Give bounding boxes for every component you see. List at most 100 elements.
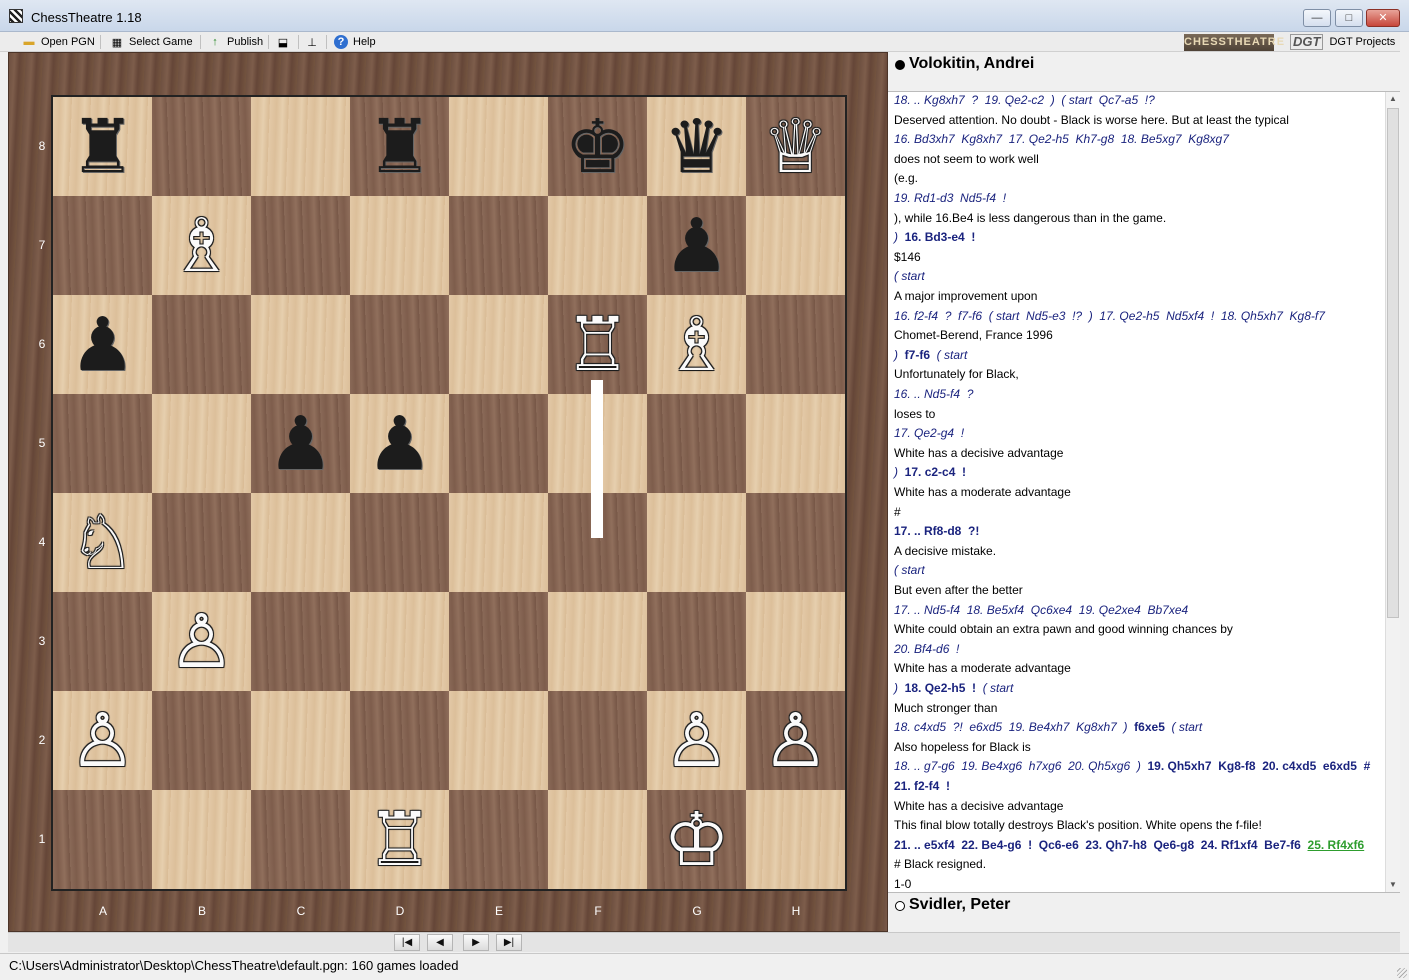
square-e5[interactable] (449, 394, 548, 493)
square-a6[interactable]: ♟ (53, 295, 152, 394)
square-a1[interactable] (53, 790, 152, 889)
move-text[interactable]: 17. .. Rf8-d8 ?! (894, 524, 979, 538)
chess-piece[interactable]: ♟ (663, 209, 729, 283)
move-line[interactable]: Deserved attention. No doubt - Black is … (894, 113, 1289, 133)
move-line[interactable]: 17. .. Nd5-f4 18. Be5xf4 Qc6xe4 19. Qe2x… (894, 603, 1188, 623)
move-line[interactable]: # Black resigned. (894, 857, 986, 877)
move-text[interactable]: 16. f2-f4 ? f7-f6 ( start Nd5-e3 !? ) 17… (894, 309, 1325, 323)
chess-piece[interactable]: ♔ (663, 803, 729, 877)
chess-piece[interactable]: ♜ (69, 110, 135, 184)
move-list[interactable]: 18. .. Kg8xh7 ? 19. Qe2-c2 ) ( start Qc7… (888, 92, 1385, 892)
square-a8[interactable]: ♜ (53, 97, 152, 196)
square-h4[interactable] (746, 493, 845, 592)
square-c1[interactable] (251, 790, 350, 889)
move-line[interactable]: 17. Qe2-g4 ! (894, 426, 964, 446)
square-g2[interactable]: ♙ (647, 691, 746, 790)
square-e7[interactable] (449, 196, 548, 295)
square-c3[interactable] (251, 592, 350, 691)
square-d5[interactable]: ♟ (350, 394, 449, 493)
square-e4[interactable] (449, 493, 548, 592)
last-move-button[interactable]: ▶| (496, 934, 522, 951)
square-f7[interactable] (548, 196, 647, 295)
square-h3[interactable] (746, 592, 845, 691)
move-list-scrollbar[interactable]: ▲ ▼ (1385, 92, 1400, 892)
square-a5[interactable] (53, 394, 152, 493)
square-f8[interactable]: ♚ (548, 97, 647, 196)
square-g3[interactable] (647, 592, 746, 691)
move-text[interactable]: f7-f6 (905, 348, 930, 362)
resize-grip-icon[interactable] (1397, 968, 1407, 978)
scroll-down-icon[interactable]: ▼ (1386, 878, 1400, 892)
chess-piece[interactable]: ♗ (168, 209, 234, 283)
move-line[interactable]: ) 17. c2-c4 ! (894, 465, 966, 485)
chess-piece[interactable]: ♘ (69, 506, 135, 580)
chess-piece[interactable]: ♙ (663, 704, 729, 778)
square-b3[interactable]: ♙ (152, 592, 251, 691)
close-button[interactable]: ✕ (1366, 9, 1400, 27)
current-move[interactable]: 25. Rf4xf6 (1308, 838, 1365, 852)
tools-button[interactable]: ⊥ (305, 32, 319, 52)
move-text[interactable]: 16. .. Nd5-f4 ? (894, 387, 973, 401)
previous-move-button[interactable]: ◀ (427, 934, 453, 951)
move-line[interactable]: 21. .. e5xf4 22. Be4-g6 ! Qc6-e6 23. Qh7… (894, 838, 1364, 858)
move-line[interactable]: White has a moderate advantage (894, 661, 1071, 681)
square-h5[interactable] (746, 394, 845, 493)
move-text[interactable]: 16. Bd3xh7 Kg8xh7 17. Qe2-h5 Kh7-g8 18. … (894, 132, 1229, 146)
move-line[interactable]: Chomet-Berend, France 1996 (894, 328, 1053, 348)
square-c2[interactable] (251, 691, 350, 790)
move-line[interactable]: White has a decisive advantage (894, 446, 1063, 466)
square-b4[interactable] (152, 493, 251, 592)
chess-piece[interactable]: ♟ (69, 308, 135, 382)
square-a3[interactable] (53, 592, 152, 691)
square-g6[interactable]: ♗ (647, 295, 746, 394)
move-line[interactable]: (e.g. (894, 171, 918, 191)
move-line[interactable]: 19. Rd1-d3 Nd5-f4 ! (894, 191, 1006, 211)
square-h8[interactable]: ♕ (746, 97, 845, 196)
move-text[interactable]: 21. .. e5xf4 22. Be4-g6 ! Qc6-e6 23. Qh7… (894, 838, 1308, 852)
move-line[interactable]: 16. f2-f4 ? f7-f6 ( start Nd5-e3 !? ) 17… (894, 309, 1325, 329)
square-b5[interactable] (152, 394, 251, 493)
move-text[interactable]: ( start (1165, 720, 1203, 734)
square-e3[interactable] (449, 592, 548, 691)
move-line[interactable]: 21. f2-f4 ! (894, 779, 950, 799)
move-line[interactable]: White has a decisive advantage (894, 799, 1063, 819)
move-line[interactable]: 16. Bd3xh7 Kg8xh7 17. Qe2-h5 Kh7-g8 18. … (894, 132, 1229, 152)
square-b8[interactable] (152, 97, 251, 196)
dgt-projects-button[interactable]: DGT DGT Projects (1290, 33, 1395, 51)
square-g1[interactable]: ♔ (647, 790, 746, 889)
move-line[interactable]: $146 (894, 250, 921, 270)
square-b1[interactable] (152, 790, 251, 889)
square-e1[interactable] (449, 790, 548, 889)
move-text[interactable]: 18. c4xd5 ?! e6xd5 19. Be4xh7 Kg8xh7 ) (894, 720, 1134, 734)
square-h2[interactable]: ♙ (746, 691, 845, 790)
chess-piece[interactable]: ♟ (366, 407, 432, 481)
move-line[interactable]: 1-0 (894, 877, 911, 892)
move-line[interactable]: ) f7-f6 ( start (894, 348, 967, 368)
square-a2[interactable]: ♙ (53, 691, 152, 790)
square-e6[interactable] (449, 295, 548, 394)
move-text[interactable]: 21. f2-f4 ! (894, 779, 950, 793)
move-line[interactable]: ( start (894, 269, 925, 289)
move-line[interactable]: loses to (894, 407, 935, 427)
square-b2[interactable] (152, 691, 251, 790)
move-line[interactable]: A major improvement upon (894, 289, 1037, 309)
flip-board-button[interactable]: ⬓ (276, 32, 290, 52)
chess-piece[interactable]: ♗ (663, 308, 729, 382)
move-line[interactable]: 18. c4xd5 ?! e6xd5 19. Be4xh7 Kg8xh7 ) f… (894, 720, 1202, 740)
chess-piece[interactable]: ♖ (366, 803, 432, 877)
maximize-button[interactable]: □ (1335, 9, 1363, 27)
move-text[interactable]: 17. .. Nd5-f4 18. Be5xf4 Qc6xe4 19. Qe2x… (894, 603, 1188, 617)
move-text[interactable]: ( start (894, 269, 925, 283)
move-text[interactable]: ) (894, 348, 905, 362)
square-d6[interactable] (350, 295, 449, 394)
move-line[interactable]: Much stronger than (894, 701, 997, 721)
move-line[interactable]: does not seem to work well (894, 152, 1039, 172)
next-move-button[interactable]: ▶ (463, 934, 489, 951)
chess-piece[interactable]: ♖ (564, 308, 630, 382)
select-game-button[interactable]: ▦ Select Game (110, 32, 193, 52)
move-text[interactable]: 18. Qe2-h5 ! (905, 681, 976, 695)
square-f3[interactable] (548, 592, 647, 691)
move-line[interactable]: ) 18. Qe2-h5 ! ( start (894, 681, 1013, 701)
help-button[interactable]: ? Help (334, 32, 376, 52)
move-text[interactable]: f6xe5 (1134, 720, 1165, 734)
